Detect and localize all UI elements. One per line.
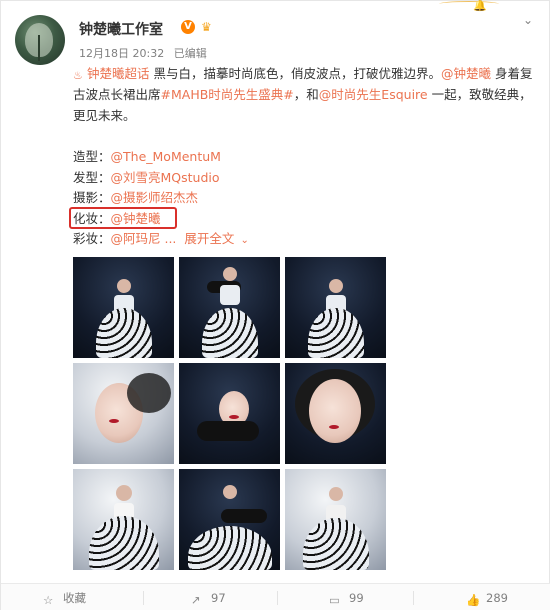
post-meta: 12月18日 20:32 已编辑	[79, 45, 207, 61]
post-text: ♨ 钟楚曦超话 黑与白，描摹时尚底色，俏皮波点，打破优雅边界。@钟楚曦 身着复古波…	[73, 63, 543, 126]
favorite-button[interactable]: ☆ 收藏	[43, 584, 86, 610]
photo-lips	[109, 419, 119, 423]
verified-icon: V	[181, 20, 195, 34]
thumbs-up-icon: 👍	[466, 593, 481, 607]
photo-1[interactable]	[73, 257, 174, 358]
mention-link-2[interactable]: @时尚先生Esquire	[319, 87, 428, 102]
repost-count: 97	[211, 591, 226, 605]
text-part-1: 黑与白，描摹时尚底色，俏皮波点，打破优雅边界。	[149, 66, 441, 81]
credit-row: 摄影：@摄影师绍杰杰	[73, 188, 249, 209]
credit-link[interactable]: @摄影师绍杰杰	[111, 190, 199, 205]
photo-hair	[127, 373, 171, 413]
fire-icon: ♨	[73, 69, 83, 82]
credit-row: 彩妆：@阿玛尼 ... 展开全文 ⌄	[73, 229, 249, 250]
text-part-3: ，和	[293, 87, 319, 102]
photo-face	[309, 379, 361, 443]
like-button[interactable]: 👍 289	[466, 584, 508, 610]
mention-link-1[interactable]: @钟楚曦	[441, 66, 491, 81]
credit-row: 造型：@The_MoMentuM	[73, 147, 249, 168]
photo-figure-torso	[219, 285, 240, 305]
photo-figure-dress	[88, 516, 159, 570]
photo-figure-dress	[95, 308, 152, 358]
star-icon: ☆	[43, 593, 54, 607]
super-topic-link[interactable]: 钟楚曦超话	[87, 66, 150, 81]
photo-8[interactable]	[179, 469, 280, 570]
expand-full-text-link[interactable]: 展开全文	[184, 231, 234, 246]
action-divider	[277, 591, 278, 605]
favorite-label: 收藏	[63, 591, 86, 605]
like-count: 289	[486, 591, 508, 605]
photo-glove	[221, 509, 267, 523]
chevron-down-icon[interactable]: ⌄	[240, 235, 248, 246]
credit-link[interactable]: @刘雪亮MQstudio	[111, 170, 220, 185]
more-options-icon[interactable]: ⌄	[523, 14, 537, 26]
photo-glove	[197, 421, 259, 441]
credit-link[interactable]: @阿玛尼 ...	[111, 231, 177, 246]
credit-label: 摄影：	[73, 190, 111, 205]
photo-grid	[73, 257, 388, 570]
weibo-post-card: 🔔 钟楚曦工作室 V ♛ 12月18日 20:32 已编辑 ⌄ ♨ 钟楚曦超话 黑…	[0, 0, 550, 610]
post-actions-bar: ☆ 收藏 ↗ 97 ▭ 99 👍 289	[1, 583, 550, 610]
photo-figure-head	[222, 267, 237, 281]
author-name[interactable]: 钟楚曦工作室	[79, 19, 163, 39]
credits: 造型：@The_MoMentuM 发型：@刘雪亮MQstudio 摄影：@摄影师…	[69, 147, 249, 250]
avatar[interactable]	[15, 15, 65, 65]
credit-link[interactable]: @The_MoMentuM	[111, 149, 221, 164]
photo-figure-dress	[307, 308, 364, 358]
photo-7[interactable]	[73, 469, 174, 570]
top-decoration: 🔔	[419, 0, 539, 13]
credit-label: 彩妆：	[73, 231, 111, 246]
credit-label: 发型：	[73, 169, 111, 185]
highlight-box	[69, 207, 177, 229]
photo-figure-dress	[201, 308, 258, 358]
repost-icon: ↗	[191, 593, 201, 607]
photo-figure-dress	[187, 526, 272, 570]
photo-9[interactable]	[285, 469, 386, 570]
post-date[interactable]: 12月18日 20:32	[79, 47, 164, 60]
photo-lips	[329, 425, 339, 429]
action-divider	[143, 591, 144, 605]
credit-row: 发型：@刘雪亮MQstudio	[73, 168, 249, 189]
photo-figure-head	[222, 485, 237, 499]
photo-figure-head	[116, 279, 131, 293]
photo-5[interactable]	[179, 363, 280, 464]
edited-label[interactable]: 已编辑	[174, 47, 207, 60]
ribbon-decoration	[439, 1, 499, 7]
photo-lips	[229, 415, 239, 419]
bell-icon: 🔔	[473, 0, 487, 12]
photo-2[interactable]	[179, 257, 280, 358]
comment-button[interactable]: ▭ 99	[329, 584, 364, 610]
photo-figure-head	[328, 487, 343, 501]
topic-link-1[interactable]: #MAHB时尚先生盛典#	[161, 87, 294, 102]
avatar-stem-shape	[38, 35, 40, 61]
photo-6[interactable]	[285, 363, 386, 464]
photo-4[interactable]	[73, 363, 174, 464]
action-divider	[413, 591, 414, 605]
credit-label: 造型：	[73, 149, 111, 164]
photo-figure-head	[115, 485, 132, 501]
photo-figure-head	[328, 279, 343, 293]
comment-count: 99	[349, 591, 364, 605]
photo-3[interactable]	[285, 257, 386, 358]
comment-icon: ▭	[329, 593, 340, 607]
crown-icon: ♛	[201, 20, 212, 34]
repost-button[interactable]: ↗ 97	[191, 584, 226, 610]
photo-figure-dress	[302, 518, 369, 570]
